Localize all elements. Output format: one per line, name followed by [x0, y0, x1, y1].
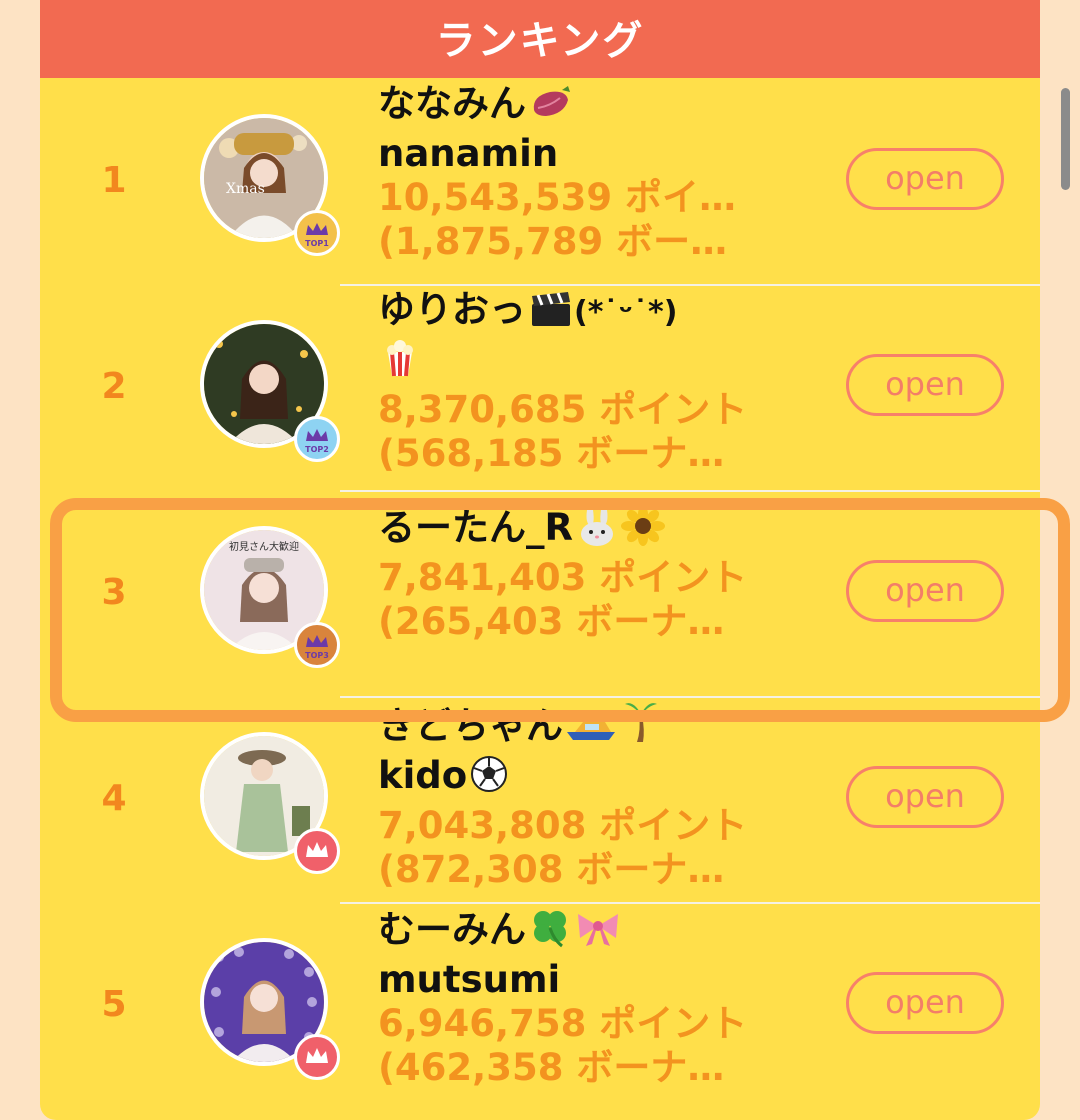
badge-label: TOP3 — [305, 651, 329, 660]
ranking-row-3: 3 初見さん大歓迎 TOP3 るーたん_R 7,841,403 ポイント (26… — [40, 492, 1040, 698]
crown-icon — [306, 1048, 328, 1063]
streamer-name: ゆりおっ — [378, 288, 526, 331]
top1-badge: TOP1 — [294, 210, 340, 256]
streamer-info: ゆりおっ (*˙ᵕ˙*) 8,370,685 ポイント (568,185 ボーナ… — [378, 288, 828, 476]
ribbon-icon — [574, 908, 622, 958]
avatar-text: 初見さん大歓迎 — [229, 540, 299, 553]
page-title: ランキング — [435, 18, 645, 64]
streamer-name-line: きどちゃん — [378, 700, 828, 754]
sunflower-icon — [621, 506, 665, 556]
rabbit-face-icon — [575, 506, 619, 556]
popcorn-icon — [380, 338, 420, 388]
ranking-row-2: 2 TOP2 ゆりおっ (*˙ᵕ˙*) 8,370,685 ポイント (568,… — [40, 286, 1040, 492]
streamer-name: むーみん — [378, 908, 526, 951]
ranking-header: ランキング — [40, 0, 1040, 78]
crown-badge — [294, 828, 340, 874]
streamer-info: るーたん_R 7,841,403 ポイント (265,403 ボーナ… — [378, 506, 828, 644]
bonus-value: (1,875,789 ボー… — [378, 220, 728, 263]
streamer-subname: nanamin — [378, 132, 559, 175]
ranking-row-5: 5 むーみん mutsumi 6,946,758 ポイント (462,358 ボ… — [40, 904, 1040, 1110]
streamer-subname: kido — [378, 754, 468, 797]
streamer-name-line: むーみん — [378, 906, 828, 958]
rank-number: 2 — [101, 366, 127, 407]
top2-badge: TOP2 — [294, 416, 340, 462]
ranking-panel: ランキング 1 Xmas TOP1 ななみん nanamin 10,543,53… — [40, 0, 1040, 1120]
open-button[interactable]: open — [846, 972, 1004, 1034]
bonus-value: (462,358 ボーナ… — [378, 1046, 725, 1089]
speedboat-icon — [565, 708, 617, 754]
rank-number: 3 — [101, 572, 127, 613]
crown-badge — [294, 1034, 340, 1080]
ranking-row-1: 1 Xmas TOP1 ななみん nanamin 10,543,539 ポイ… … — [40, 80, 1040, 286]
streamer-subname-line: kido — [378, 754, 828, 804]
clapper-board-icon — [528, 290, 574, 338]
bonus-value: (568,185 ボーナ… — [378, 432, 725, 475]
streamer-info: むーみん mutsumi 6,946,758 ポイント (462,358 ボーナ… — [378, 906, 828, 1090]
crown-icon — [306, 842, 328, 857]
streamer-info: きどちゃん kido 7,043,808 ポイント (872,308 ボーナ… — [378, 700, 828, 892]
points-value: 7,841,403 ポイント — [378, 556, 748, 599]
streamer-name-line: ななみん — [378, 82, 828, 132]
crown-icon — [306, 635, 328, 647]
streamer-info: ななみん nanamin 10,543,539 ポイ… (1,875,789 ボ… — [378, 82, 828, 264]
ranking-row-4: 4 きどちゃん kido 7,043,808 ポイント (872,308 ボーナ… — [40, 698, 1040, 904]
streamer-name: きどちゃん — [378, 704, 563, 747]
palm-tree-icon — [619, 700, 663, 754]
streamer-name: るーたん_R — [378, 506, 573, 549]
name-kaomoji: (*˙ᵕ˙*) — [574, 295, 678, 330]
streamer-name-line: るーたん_R — [378, 506, 828, 556]
avatar-text: Xmas — [226, 181, 265, 197]
points-value: 6,946,758 ポイント — [378, 1002, 748, 1045]
streamer-subname-line — [378, 338, 828, 388]
badge-label: TOP2 — [305, 445, 329, 454]
scrollbar[interactable] — [1061, 88, 1070, 190]
rank-number: 5 — [101, 984, 127, 1025]
open-button[interactable]: open — [846, 354, 1004, 416]
streamer-name: ななみん — [378, 82, 526, 125]
open-button[interactable]: open — [846, 148, 1004, 210]
rank-number: 1 — [101, 160, 127, 201]
soccer-ball-icon — [469, 754, 509, 804]
bonus-value: (265,403 ボーナ… — [378, 600, 725, 643]
points-value: 10,543,539 ポイ… — [378, 176, 736, 219]
crown-icon — [306, 429, 328, 441]
top3-badge: TOP3 — [294, 622, 340, 668]
streamer-subname: mutsumi — [378, 958, 561, 1001]
open-button[interactable]: open — [846, 560, 1004, 622]
sweet-potato-icon — [528, 84, 572, 132]
bonus-value: (872,308 ボーナ… — [378, 848, 725, 891]
points-value: 8,370,685 ポイント — [378, 388, 748, 431]
four-leaf-clover-icon — [528, 906, 572, 958]
crown-icon — [306, 223, 328, 235]
streamer-name-line: ゆりおっ (*˙ᵕ˙*) — [378, 288, 828, 338]
points-value: 7,043,808 ポイント — [378, 804, 748, 847]
rank-number: 4 — [101, 778, 127, 819]
open-button[interactable]: open — [846, 766, 1004, 828]
badge-label: TOP1 — [305, 239, 329, 248]
